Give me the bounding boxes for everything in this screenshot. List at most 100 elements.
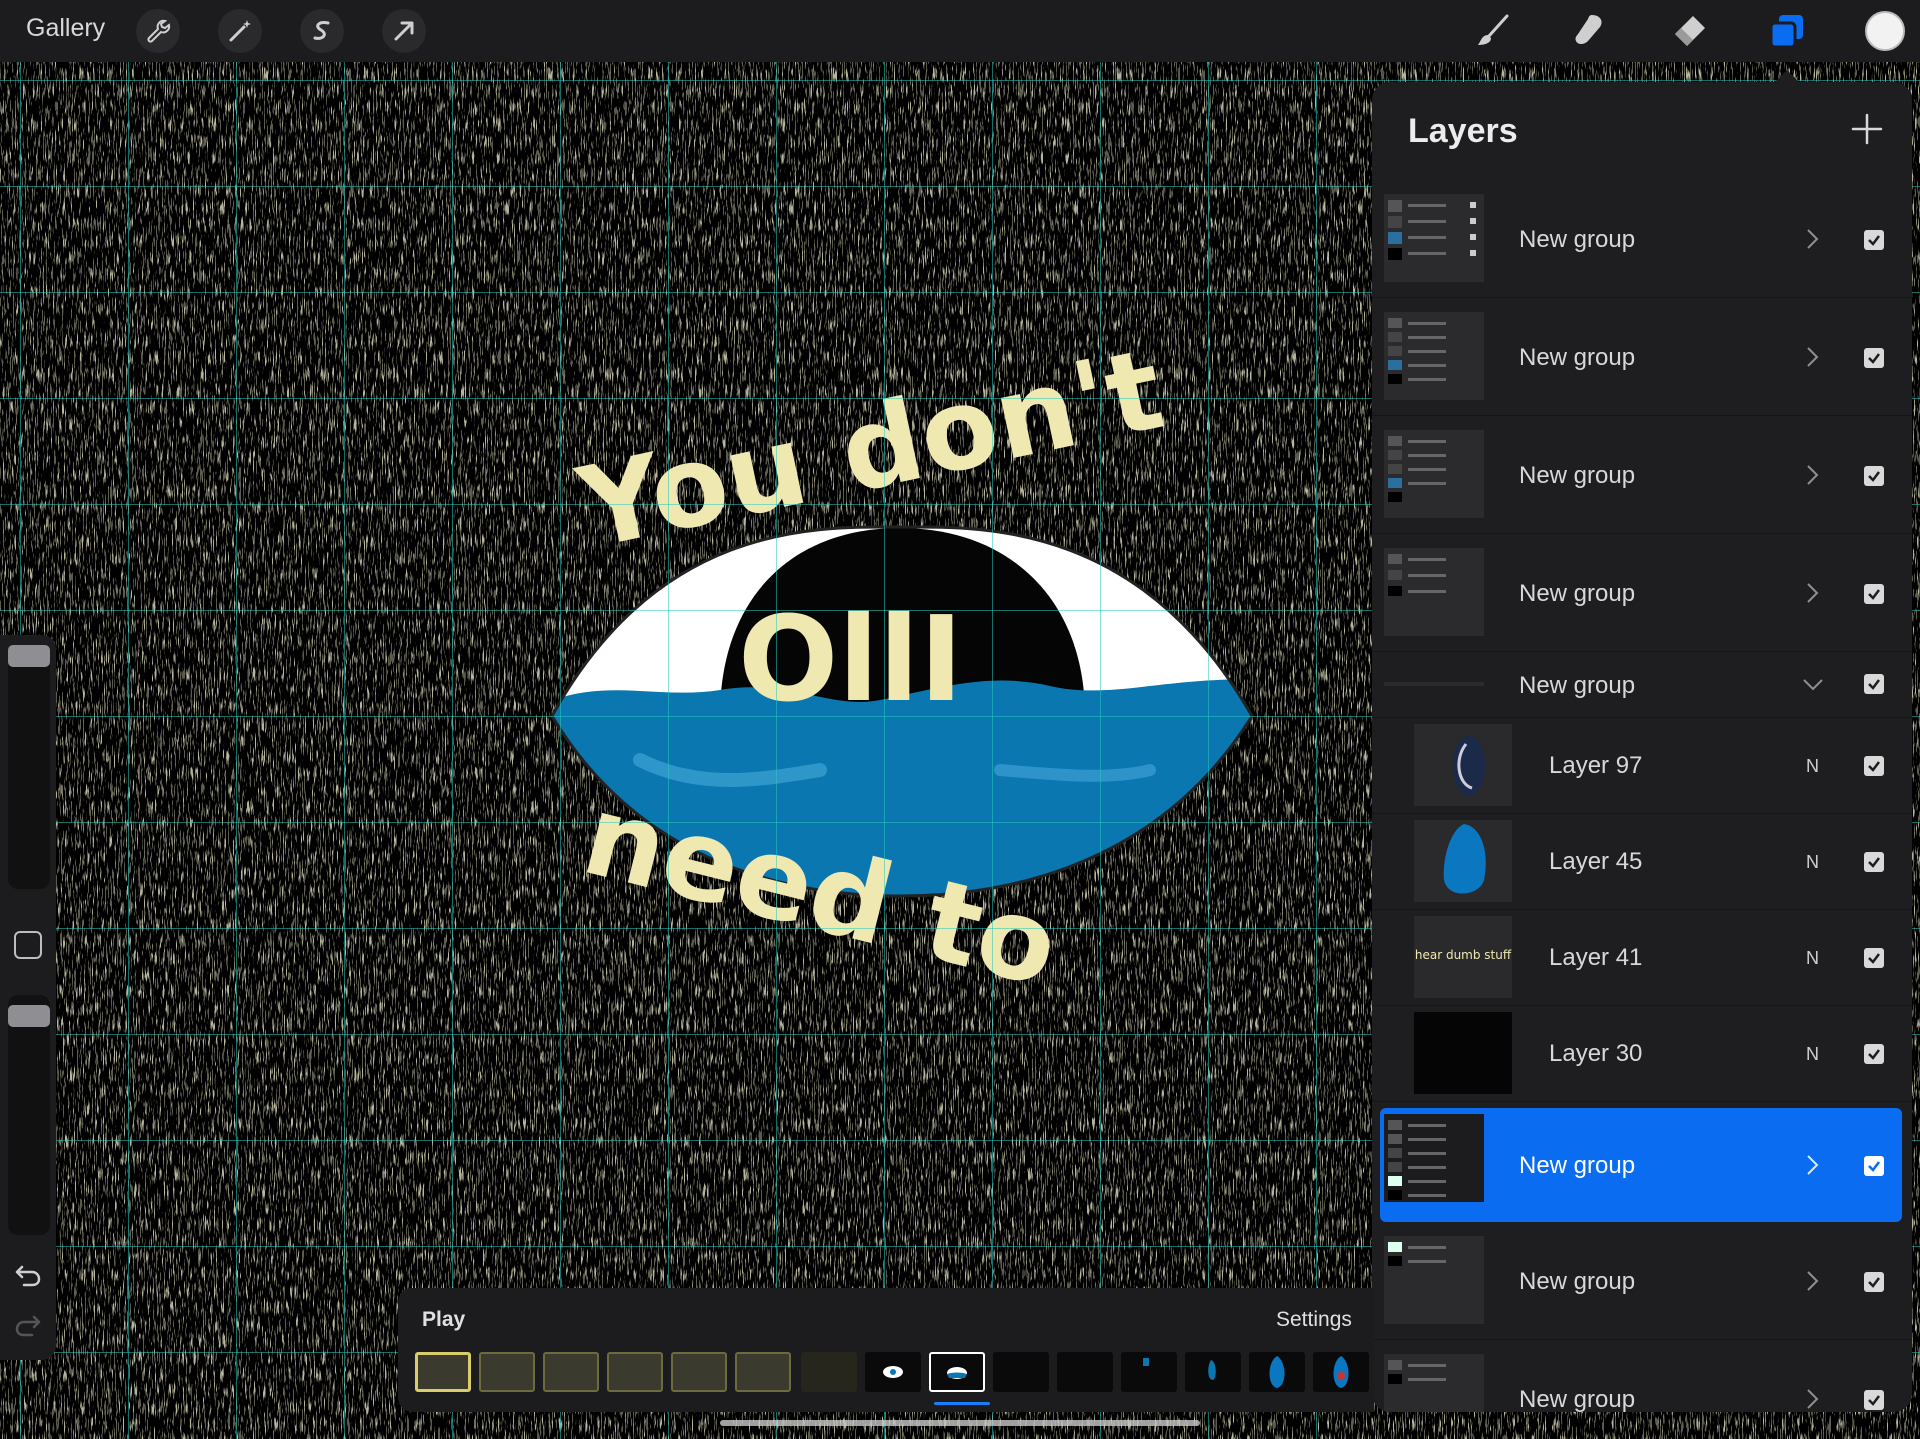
magic-wand-icon: [229, 20, 251, 42]
timeline-frame-current[interactable]: [929, 1352, 985, 1392]
timeline-frame[interactable]: [801, 1352, 857, 1392]
layer-name: Layer 97: [1549, 752, 1643, 779]
adjustments-button[interactable]: [218, 9, 262, 53]
visibility-checkbox[interactable]: [1864, 1272, 1884, 1292]
home-indicator: [720, 1420, 1200, 1426]
layer-row-group-selected[interactable]: New group: [1380, 1108, 1902, 1222]
opacity-knob[interactable]: [8, 1005, 50, 1027]
timeline-frame[interactable]: [479, 1352, 535, 1392]
layer-thumbnail: [1414, 820, 1512, 902]
layer-row-group[interactable]: New group: [1372, 534, 1912, 652]
layer-row[interactable]: hear dumb stuff Layer 41 N: [1372, 910, 1912, 1006]
layer-row[interactable]: Layer 45 N: [1372, 814, 1912, 910]
group-collapsed-thumbnail: [1384, 682, 1484, 686]
modifier-button[interactable]: [14, 931, 42, 959]
transform-button[interactable]: [382, 9, 426, 53]
visibility-checkbox[interactable]: [1864, 852, 1884, 872]
gallery-button[interactable]: Gallery: [26, 14, 105, 43]
plus-icon[interactable]: [1850, 112, 1884, 146]
timeline-frame[interactable]: [543, 1352, 599, 1392]
chevron-right-icon[interactable]: [1804, 228, 1820, 250]
brush-size-slider[interactable]: [8, 645, 50, 889]
chevron-right-icon[interactable]: [1804, 1270, 1820, 1292]
undo-icon[interactable]: [14, 1263, 42, 1289]
brush-size-knob[interactable]: [8, 645, 50, 667]
layer-name: Layer 41: [1549, 944, 1643, 971]
layer-row[interactable]: Layer 30 N: [1372, 1006, 1912, 1102]
chevron-right-icon[interactable]: [1804, 346, 1820, 368]
blend-mode-button[interactable]: N: [1806, 756, 1819, 777]
selection-icon: [313, 21, 330, 40]
chevron-right-icon[interactable]: [1804, 1154, 1820, 1176]
brush-button[interactable]: [1470, 8, 1516, 54]
smudge-icon: [1575, 15, 1602, 44]
layer-row-group[interactable]: New group: [1372, 1340, 1912, 1412]
blend-mode-button[interactable]: N: [1806, 1044, 1819, 1065]
layer-name: New group: [1519, 344, 1636, 371]
visibility-checkbox[interactable]: [1864, 674, 1884, 694]
visibility-checkbox[interactable]: [1864, 1390, 1884, 1410]
play-button[interactable]: Play: [422, 1308, 465, 1332]
layer-name: New group: [1519, 1152, 1636, 1179]
timeline-frame[interactable]: [1121, 1352, 1177, 1392]
visibility-checkbox[interactable]: [1864, 948, 1884, 968]
blend-mode-button[interactable]: N: [1806, 948, 1819, 969]
timeline-frame[interactable]: [415, 1352, 471, 1392]
chevron-down-icon[interactable]: [1802, 676, 1824, 692]
timeline-frame[interactable]: [865, 1352, 921, 1392]
visibility-checkbox[interactable]: [1864, 230, 1884, 250]
layers-panel: Layers New group New group New group New…: [1372, 82, 1912, 1412]
timeline-frame[interactable]: [607, 1352, 663, 1392]
layer-thumbnail: [1414, 1012, 1512, 1094]
wrench-icon: [147, 19, 171, 43]
visibility-checkbox[interactable]: [1864, 1156, 1884, 1176]
chevron-right-icon[interactable]: [1804, 582, 1820, 604]
layer-name: Layer 45: [1549, 848, 1643, 875]
timeline-frame[interactable]: [1249, 1352, 1305, 1392]
visibility-checkbox[interactable]: [1864, 1044, 1884, 1064]
animation-timeline: Play Settings: [398, 1288, 1374, 1412]
timeline-frame[interactable]: [1185, 1352, 1241, 1392]
transform-arrow-icon: [394, 21, 414, 41]
redo-icon[interactable]: [14, 1313, 42, 1339]
layers-title: Layers: [1408, 112, 1518, 150]
visibility-checkbox[interactable]: [1864, 756, 1884, 776]
group-thumbnail: [1384, 1114, 1484, 1202]
layer-row-group-expanded[interactable]: New group: [1372, 652, 1912, 718]
visibility-checkbox[interactable]: [1864, 584, 1884, 604]
layer-name: Layer 30: [1549, 1040, 1643, 1067]
layer-name: New group: [1519, 1386, 1636, 1412]
timeline-frame[interactable]: [993, 1352, 1049, 1392]
chevron-right-icon[interactable]: [1804, 1388, 1820, 1410]
layer-name: New group: [1519, 1268, 1636, 1295]
layer-row-group[interactable]: New group: [1372, 416, 1912, 534]
group-thumbnail: [1384, 430, 1484, 518]
selection-button[interactable]: [300, 9, 344, 53]
layer-row-group[interactable]: New group: [1372, 180, 1912, 298]
layers-button[interactable]: [1764, 8, 1810, 54]
top-toolbar: Gallery: [0, 0, 1920, 62]
actions-button[interactable]: [136, 9, 180, 53]
layer-row-group[interactable]: New group: [1372, 298, 1912, 416]
timeline-frame[interactable]: [1057, 1352, 1113, 1392]
eraser-button[interactable]: [1666, 8, 1712, 54]
eraser-icon: [1675, 16, 1705, 46]
timeline-frame[interactable]: [671, 1352, 727, 1392]
timeline-frame[interactable]: [1313, 1352, 1369, 1392]
group-thumbnail: [1384, 548, 1484, 636]
color-button[interactable]: [1865, 11, 1905, 51]
visibility-checkbox[interactable]: [1864, 466, 1884, 486]
timeline-frame[interactable]: [735, 1352, 791, 1392]
chevron-right-icon[interactable]: [1804, 464, 1820, 486]
smudge-button[interactable]: [1567, 8, 1613, 54]
layer-name: New group: [1519, 462, 1636, 489]
layer-name: New group: [1519, 580, 1636, 607]
layer-name: New group: [1519, 672, 1636, 699]
blend-mode-button[interactable]: N: [1806, 852, 1819, 873]
layer-thumbnail: hear dumb stuff: [1414, 916, 1512, 998]
opacity-slider[interactable]: [8, 995, 50, 1235]
timeline-settings-button[interactable]: Settings: [1276, 1308, 1352, 1332]
visibility-checkbox[interactable]: [1864, 348, 1884, 368]
layer-row-group[interactable]: New group: [1372, 1222, 1912, 1340]
layer-row[interactable]: Layer 97 N: [1372, 718, 1912, 814]
